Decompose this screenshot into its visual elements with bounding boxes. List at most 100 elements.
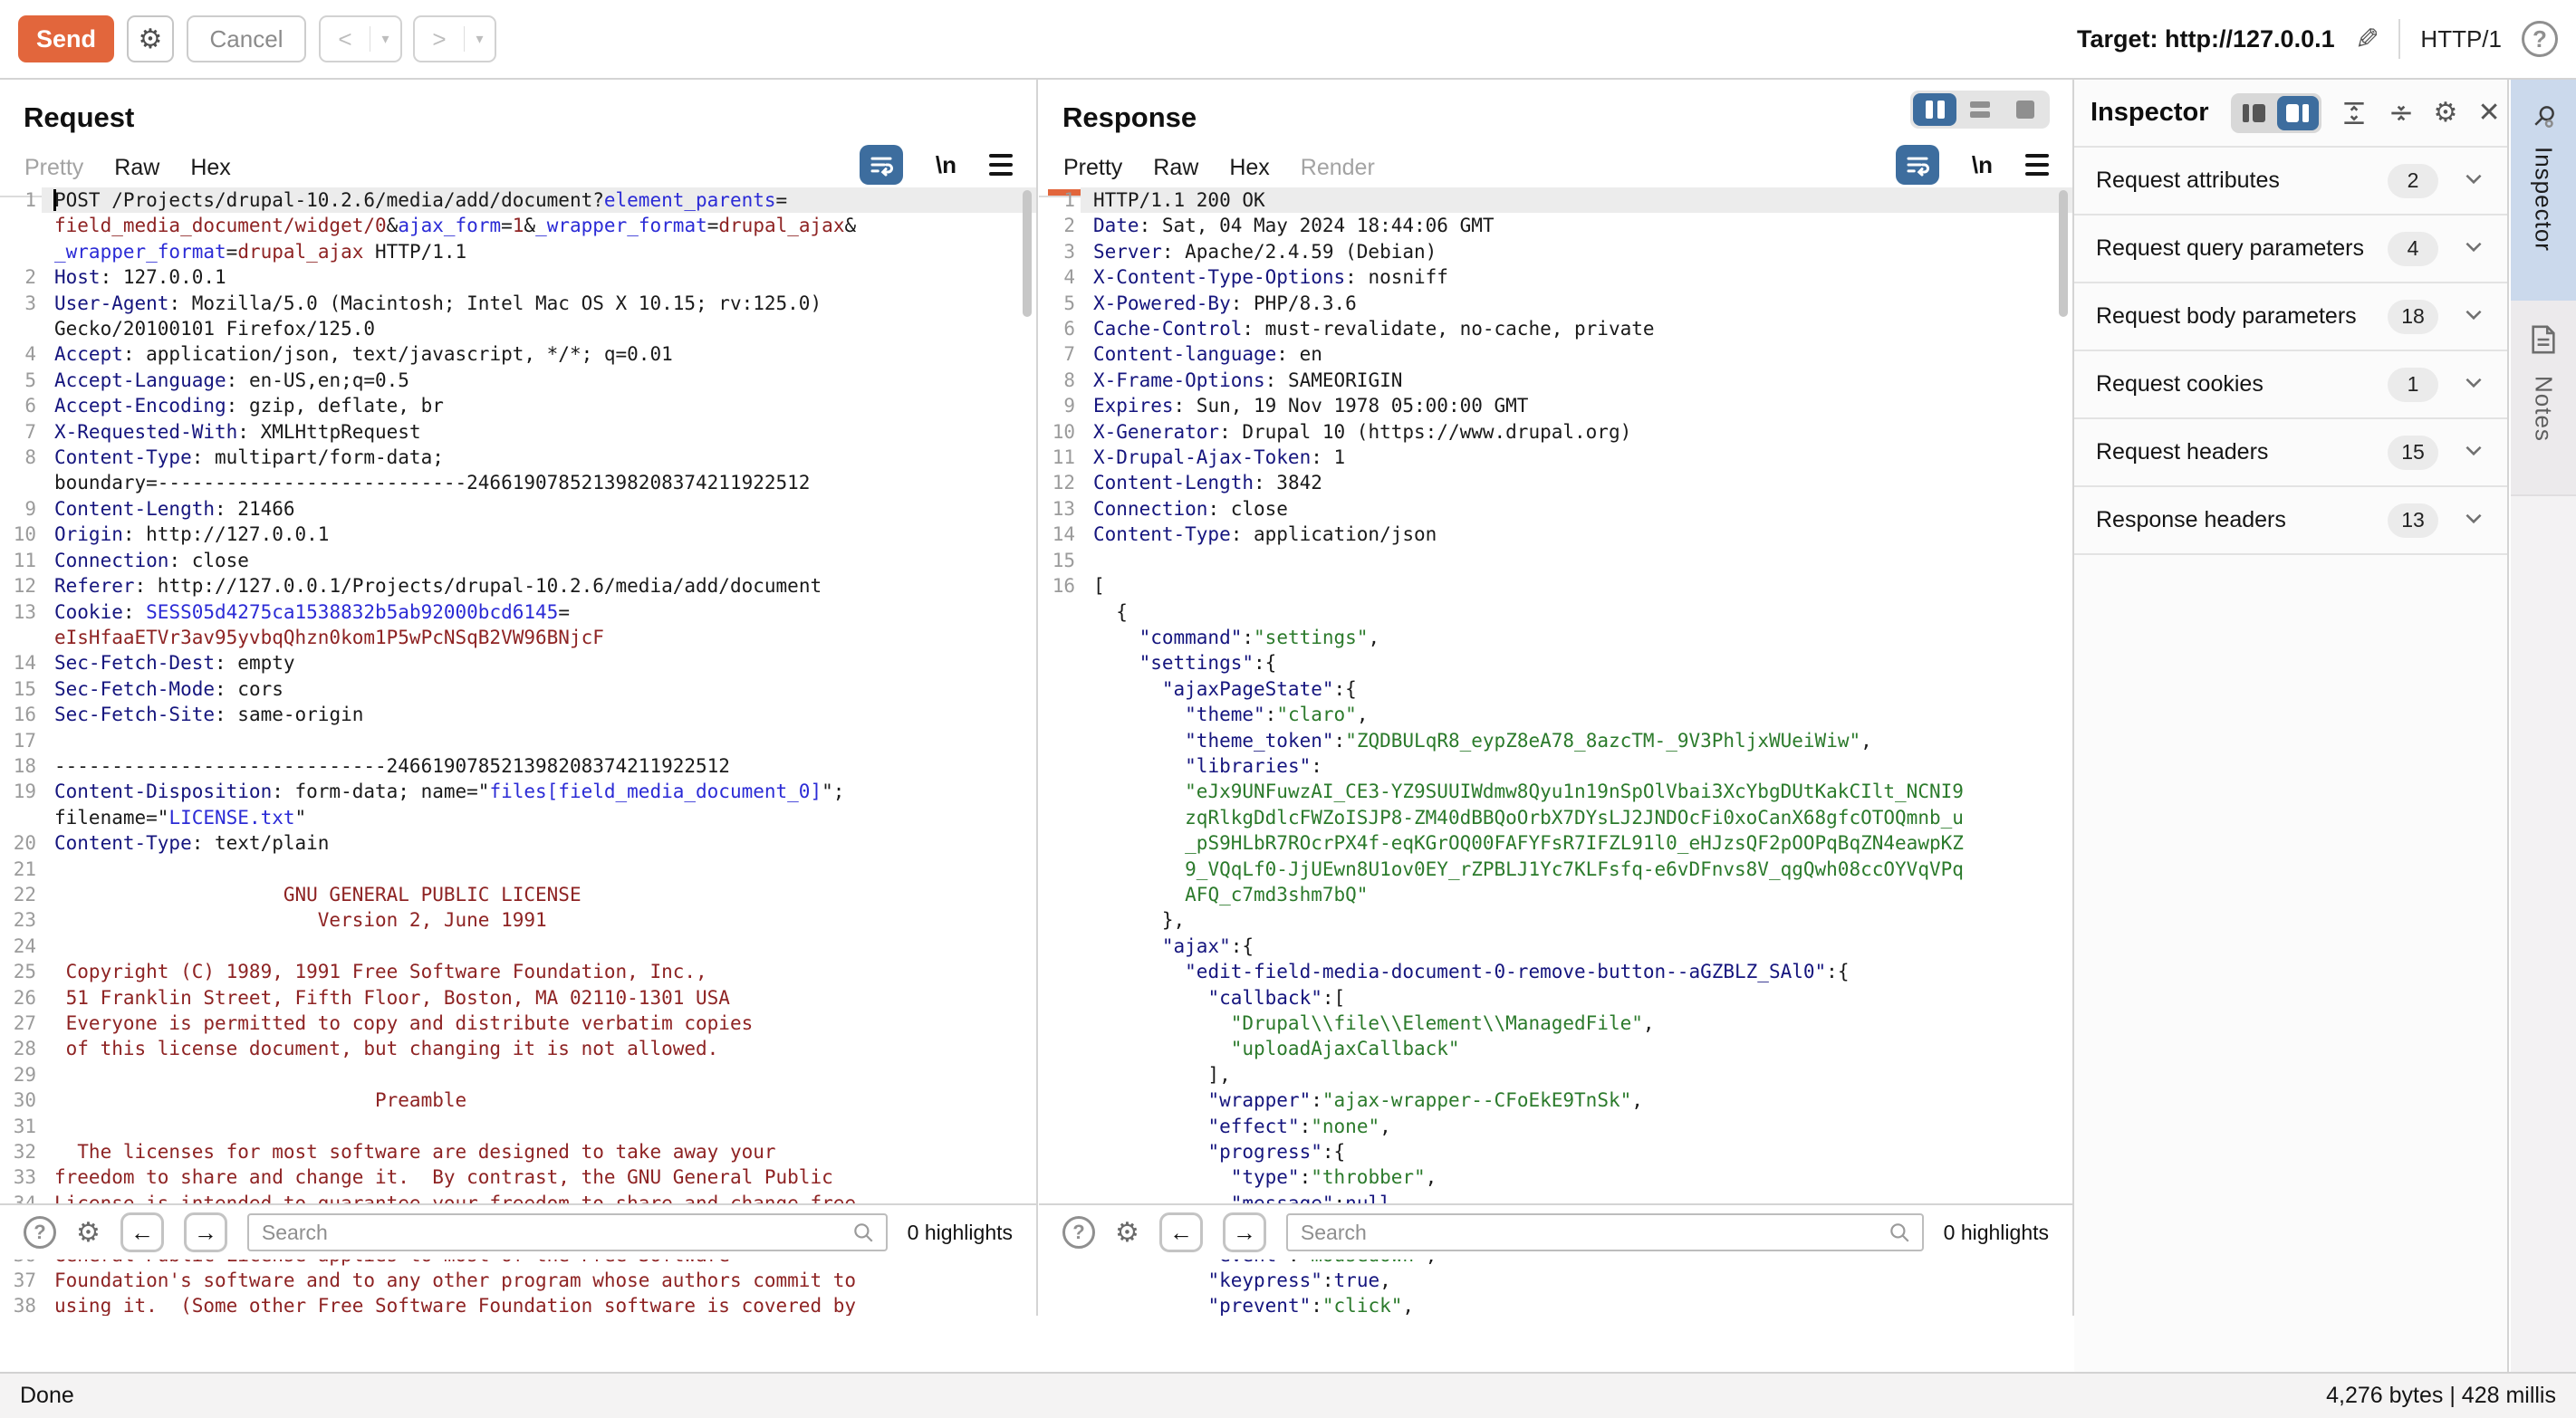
word-wrap-toggle[interactable]	[1896, 145, 1939, 185]
search-prev-button[interactable]: ←	[1159, 1212, 1203, 1252]
response-search-input[interactable]	[1286, 1213, 1924, 1251]
inspector-section-request-headers[interactable]: Request headers15	[2074, 419, 2507, 487]
code-line: 10Origin: http://127.0.0.1	[0, 522, 1036, 547]
line-number: 6	[0, 393, 42, 418]
chevron-down-icon	[2462, 438, 2485, 466]
expand-all-button[interactable]	[2340, 99, 2369, 128]
next-request-button[interactable]: > ▾	[413, 15, 496, 62]
next-icon: >	[415, 25, 464, 53]
edit-target-button[interactable]: ✎	[2355, 22, 2379, 56]
inspector-section-request-query-parameters[interactable]: Request query parameters4	[2074, 216, 2507, 283]
search-icon	[851, 1221, 875, 1244]
code-line: 1POST /Projects/drupal-10.2.6/media/add/…	[0, 187, 1036, 213]
divider	[2398, 19, 2400, 59]
code-line: 14Sec-Fetch-Dest: empty	[0, 650, 1036, 675]
code-line: 32 The licenses for most software are de…	[0, 1139, 1036, 1164]
line-number: 16	[1039, 573, 1081, 599]
line-number	[1039, 702, 1081, 727]
inspector-section-request-attributes[interactable]: Request attributes2	[2074, 148, 2507, 216]
code-line: 3User-Agent: Mozilla/5.0 (Macintosh; Int…	[0, 291, 1036, 316]
code-line: eIsHfaaETVr3av95yvbqQhzn0kom1P5wPcNSqB2V…	[0, 625, 1036, 650]
response-editor[interactable]: 1HTTP/1.1 200 OK2Date: Sat, 04 May 2024 …	[1039, 184, 2072, 1316]
line-number	[1039, 753, 1081, 779]
dock-right-icon[interactable]	[2277, 96, 2319, 130]
request-panel: Request Pretty Raw Hex \n 1POST /Project…	[0, 80, 1038, 1316]
code-line: 7Content-language: en	[1039, 341, 2072, 367]
chevron-down-icon	[2462, 167, 2485, 195]
line-number: 31	[0, 1114, 42, 1139]
line-number: 37	[0, 1268, 42, 1293]
line-number: 2	[1039, 213, 1081, 238]
line-number: 14	[0, 650, 42, 675]
layout-columns-icon[interactable]	[1913, 93, 1956, 126]
side-tab-strip: Inspector Notes	[2511, 80, 2576, 1372]
code-line: zqRlkgDdlcFWZoISJP8-ZM40dBBQoOrbX7DYsLJ2…	[1039, 805, 2072, 830]
gear-icon[interactable]: ⚙	[76, 1217, 101, 1249]
previous-request-button[interactable]: < ▾	[319, 15, 402, 62]
code-line: 14Content-Type: application/json	[1039, 522, 2072, 547]
request-scrollbar[interactable]	[1023, 190, 1032, 317]
status-message: Done	[20, 1383, 74, 1409]
code-line: Gecko/20100101 Firefox/125.0	[0, 316, 1036, 341]
gear-icon[interactable]: ⚙	[2434, 97, 2458, 129]
send-settings-button[interactable]: ⚙	[127, 15, 174, 62]
collapse-all-button[interactable]	[2387, 99, 2416, 128]
prev-icon: <	[321, 25, 370, 53]
line-number: 6	[1039, 316, 1081, 341]
help-icon[interactable]: ?	[2522, 21, 2558, 57]
code-line: 9Content-Length: 21466	[0, 496, 1036, 522]
code-line: 23 Version 2, June 1991	[0, 907, 1036, 933]
chevron-down-icon	[2462, 370, 2485, 398]
side-tab-inspector[interactable]: Inspector	[2511, 80, 2576, 301]
inspector-section-label: Response headers	[2096, 507, 2286, 533]
search-next-button[interactable]: →	[1223, 1212, 1266, 1252]
line-number: 17	[0, 728, 42, 753]
search-next-button[interactable]: →	[184, 1212, 227, 1252]
code-line: 19Content-Disposition: form-data; name="…	[0, 779, 1036, 804]
code-line: 16Sec-Fetch-Site: same-origin	[0, 702, 1036, 727]
help-icon[interactable]: ?	[24, 1216, 56, 1249]
inspector-section-request-body-parameters[interactable]: Request body parameters18	[2074, 283, 2507, 351]
close-icon[interactable]: ✕	[2477, 97, 2500, 129]
word-wrap-icon	[868, 151, 895, 178]
inspector-section-request-cookies[interactable]: Request cookies1	[2074, 351, 2507, 419]
side-tab-notes[interactable]: Notes	[2511, 301, 2576, 496]
help-icon[interactable]: ?	[1062, 1216, 1095, 1249]
chevron-down-icon[interactable]: ▾	[464, 26, 495, 53]
code-line: _pS9HLbR7ROcrPX4f-eqKGrOQ00FAFYFsR7IFZL9…	[1039, 830, 2072, 856]
layout-rows-icon[interactable]	[1958, 93, 2002, 126]
code-line: "libraries":	[1039, 753, 2072, 779]
menu-icon[interactable]	[989, 154, 1013, 176]
code-line: "uploadAjaxCallback"	[1039, 1036, 2072, 1061]
newline-toggle[interactable]: \n	[1972, 151, 1993, 179]
search-prev-button[interactable]: ←	[120, 1212, 164, 1252]
layout-single-icon[interactable]	[2004, 93, 2047, 126]
line-number: 4	[0, 341, 42, 367]
code-line: "eJx9UNFuwzAI_CE3-YZ9SUUIWdmw8Qyu1n19nSp…	[1039, 779, 2072, 804]
repeater-window: Send ⚙ Cancel < ▾ > ▾ Target: http://127…	[0, 0, 2576, 1418]
line-number	[1039, 907, 1081, 933]
line-number: 13	[1039, 496, 1081, 522]
word-wrap-toggle[interactable]	[860, 145, 903, 185]
back-arrow-icon: ←	[130, 1219, 154, 1247]
newline-toggle[interactable]: \n	[936, 151, 956, 179]
request-search-bar: ? ⚙ ← → 0 highlights	[0, 1203, 1036, 1260]
line-number: 3	[1039, 239, 1081, 264]
code-line: 25 Copyright (C) 1989, 1991 Free Softwar…	[0, 959, 1036, 984]
dock-left-icon[interactable]	[2234, 96, 2275, 130]
code-line: 2Host: 127.0.0.1	[0, 264, 1036, 290]
http-version-label[interactable]: HTTP/1	[2420, 25, 2502, 53]
line-number	[1039, 676, 1081, 702]
chevron-down-icon[interactable]: ▾	[370, 26, 400, 53]
code-line: 15Sec-Fetch-Mode: cors	[0, 676, 1036, 702]
gear-icon[interactable]: ⚙	[1115, 1217, 1139, 1249]
send-button[interactable]: Send	[18, 15, 114, 62]
dock-toggle-group	[2231, 93, 2321, 133]
cancel-button[interactable]: Cancel	[187, 15, 306, 62]
response-scrollbar[interactable]	[2059, 190, 2068, 317]
menu-icon[interactable]	[2025, 154, 2049, 176]
request-editor[interactable]: 1POST /Projects/drupal-10.2.6/media/add/…	[0, 184, 1036, 1316]
inspector-section-response-headers[interactable]: Response headers13	[2074, 487, 2507, 555]
request-search-input[interactable]	[247, 1213, 888, 1251]
code-line: filename="LICENSE.txt"	[0, 805, 1036, 830]
